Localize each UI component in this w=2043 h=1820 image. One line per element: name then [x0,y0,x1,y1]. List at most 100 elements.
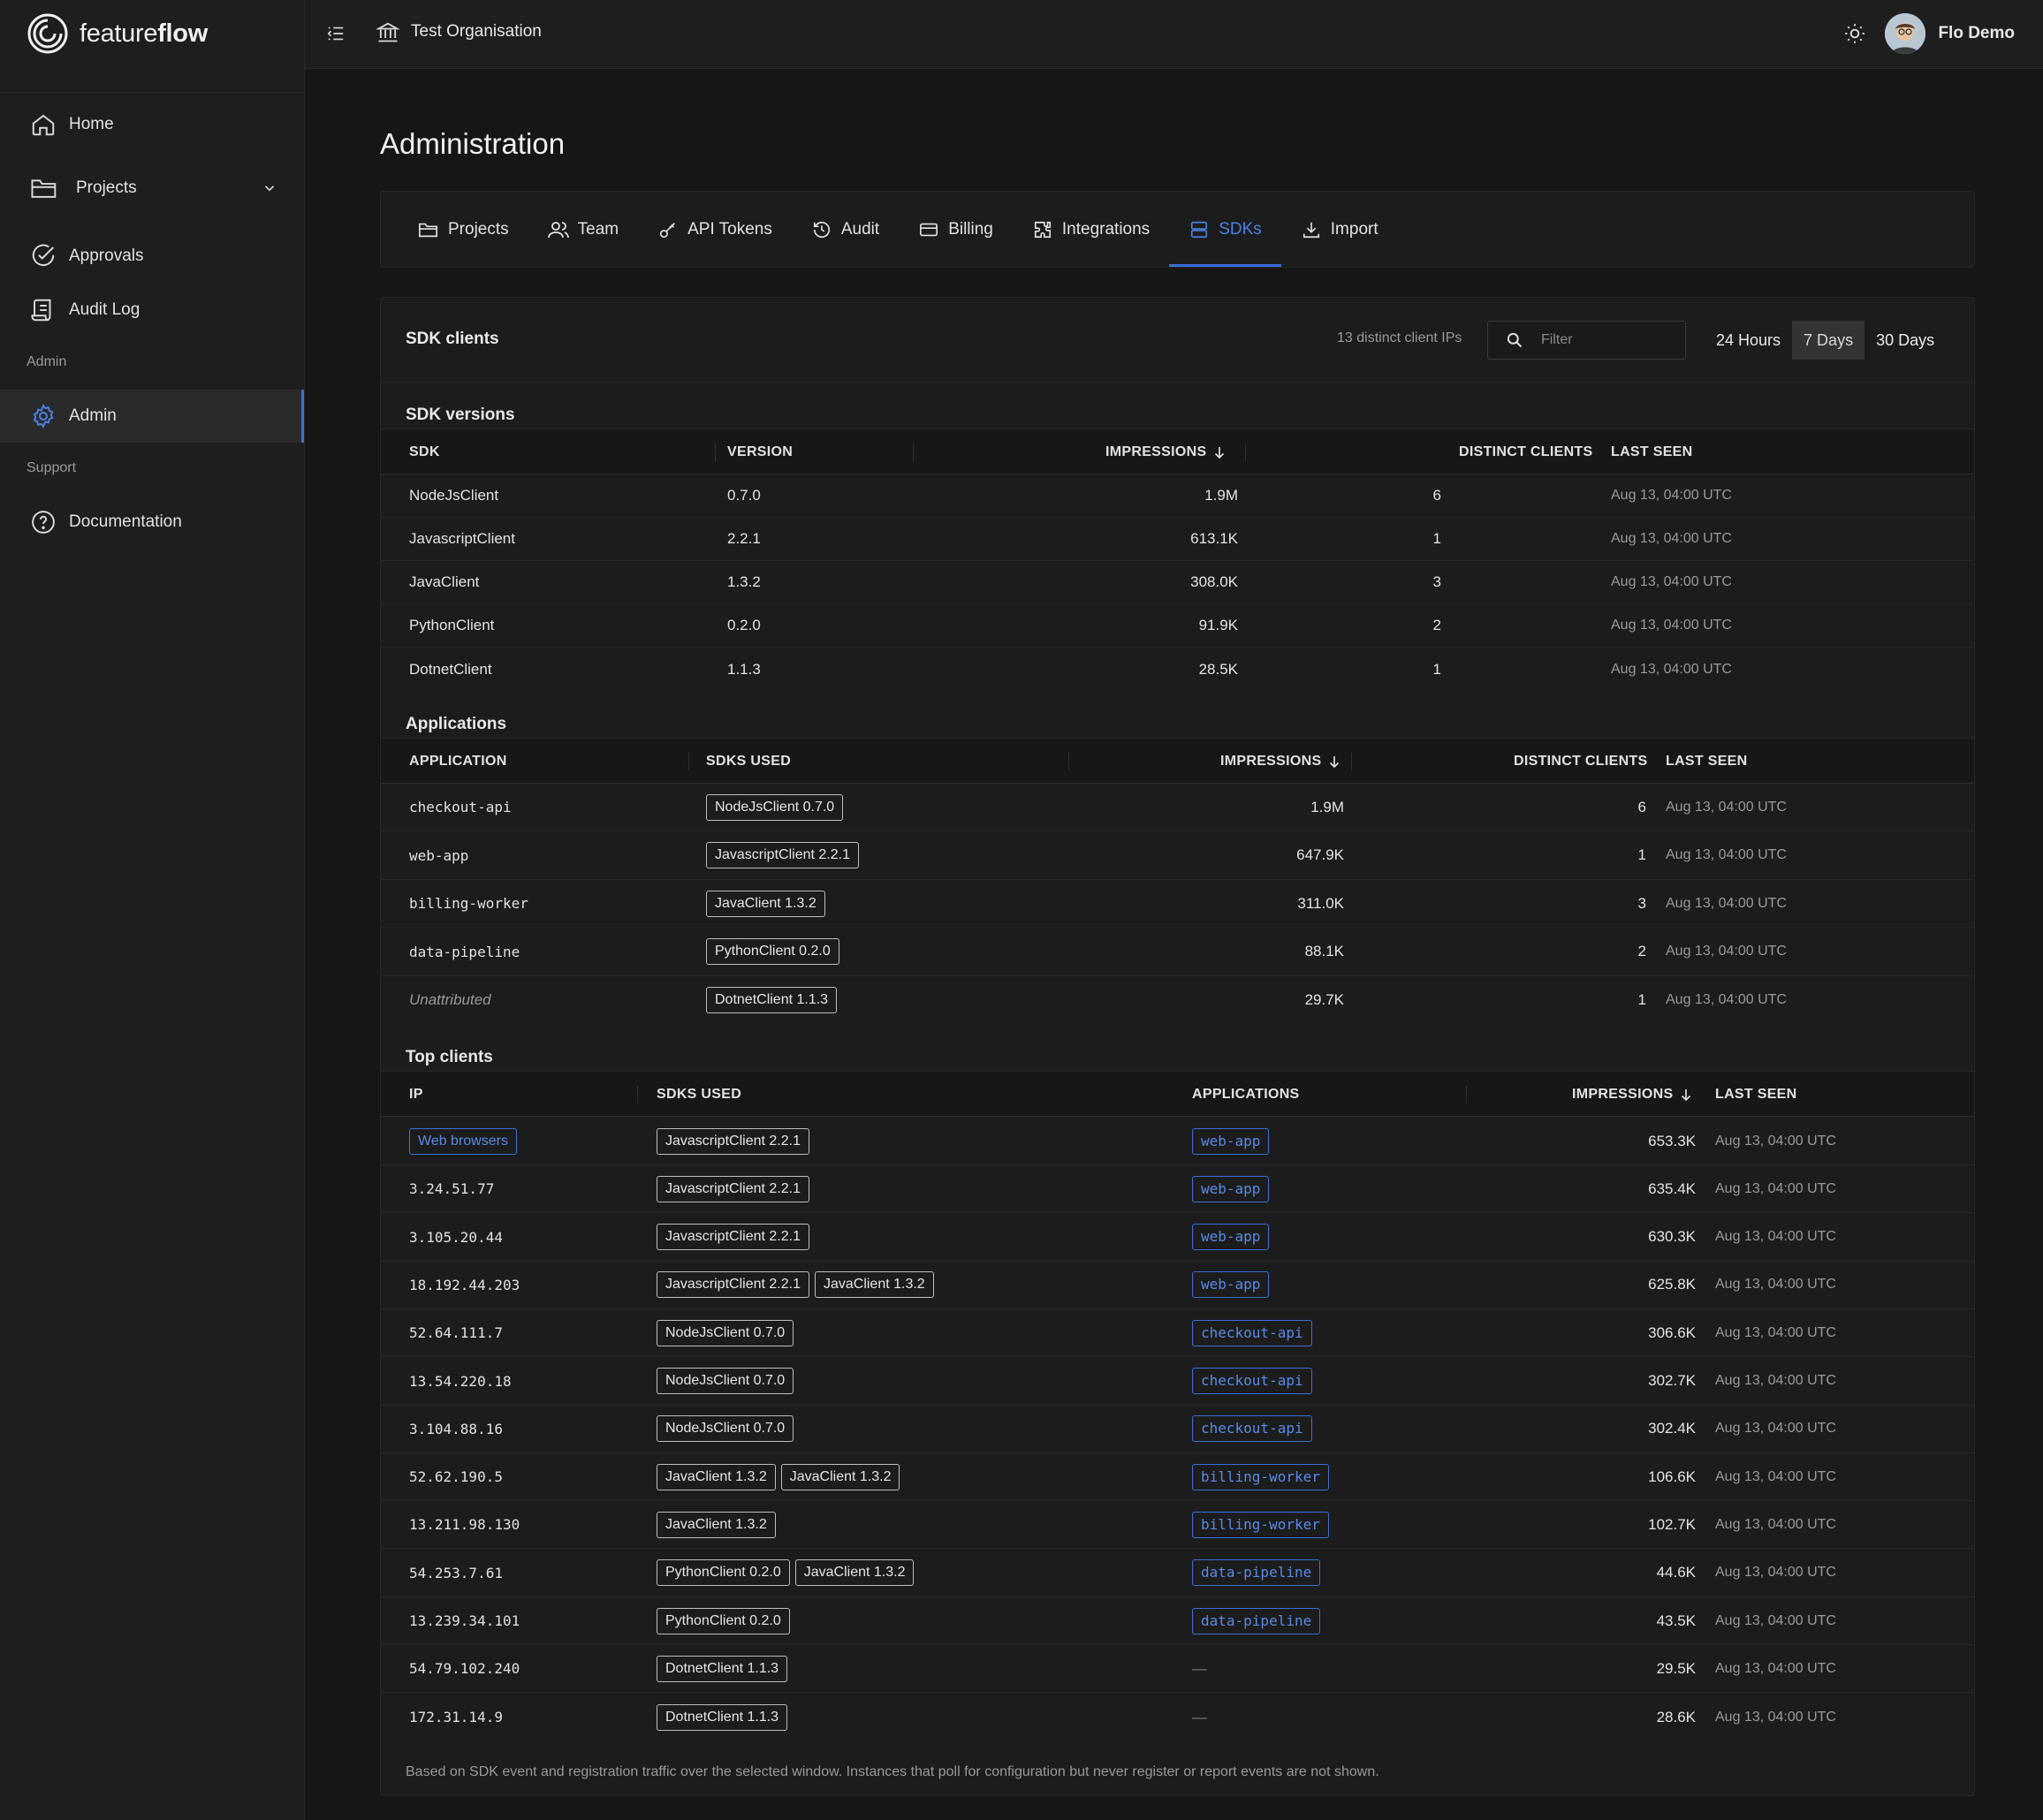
sdk-chip[interactable]: JavaClient 1.3.2 [657,1511,776,1538]
application-link[interactable]: billing-worker [1192,1463,1329,1490]
application-link[interactable]: data-pipeline [1192,1607,1321,1634]
sdk-chip[interactable]: NodeJsClient 0.7.0 [657,1319,794,1346]
sdk-chip[interactable]: JavaClient 1.3.2 [814,1271,934,1299]
sidebar-item-approvals[interactable]: Approvals [0,230,304,283]
application-link[interactable]: data-pipeline [1192,1559,1321,1587]
ip-address: 3.105.20.44 [409,1228,503,1246]
sidebar-item-projects[interactable]: Projects [0,162,304,215]
filter-field[interactable] [1487,321,1686,360]
tab-team[interactable]: Team [528,192,638,267]
table-row[interactable]: 3.104.88.16 NodeJsClient 0.7.0 checkout-ap… [381,1406,1974,1453]
table-row[interactable]: 52.64.111.7 NodeJsClient 0.7.0 checkout-ap… [381,1309,1974,1358]
sdk-chip[interactable]: JavascriptClient 2.2.1 [657,1271,809,1299]
user-menu[interactable]: Flo Demo [1885,13,2015,54]
table-row[interactable]: Web browsers JavascriptClient 2.2.1 web-ap… [381,1118,1974,1165]
logo[interactable]: featureflow [27,12,208,55]
sdk-chip[interactable]: JavascriptClient 2.2.1 [657,1127,809,1155]
org-switcher[interactable]: Test Organisation [376,19,542,44]
filter-input[interactable] [1541,332,1665,348]
sidebar-item-admin[interactable]: Admin [0,390,304,443]
table-row[interactable]: checkout-api NodeJsClient 0.7.0 1.9M 6 Aug 1… [381,784,1974,831]
table-row[interactable]: JavascriptClient 2.2.1 613.1K 1 Aug 13, 04:0… [381,518,1974,561]
col-last-seen[interactable]: LAST SEEN [1611,429,1693,475]
table-row[interactable]: 13.211.98.130 JavaClient 1.3.2 billing-wor… [381,1501,1974,1550]
table-row[interactable]: 54.253.7.61 PythonClient 0.2.0 JavaClient … [381,1550,1974,1597]
menu-collapse-icon[interactable] [326,24,346,43]
table-row[interactable]: PythonClient 0.2.0 91.9K 2 Aug 13, 04:00 UTC [381,604,1974,648]
sdk-chip[interactable]: JavaClient 1.3.2 [706,890,825,917]
tab-sdks[interactable]: SDKs [1169,192,1281,267]
table-row[interactable]: web-app JavascriptClient 2.2.1 647.9K 1 Aug … [381,832,1974,880]
sun-icon[interactable] [1843,22,1866,45]
sdk-chip[interactable]: JavaClient 1.3.2 [657,1463,776,1490]
sdk-chip[interactable]: DotnetClient 1.1.3 [657,1703,788,1731]
col-application[interactable]: APPLICATION [409,739,507,785]
sidebar-item-home[interactable]: Home [0,98,304,151]
sidebar-item-audit-log[interactable]: Audit Log [0,284,304,337]
sdk-chip[interactable]: NodeJsClient 0.7.0 [657,1368,794,1394]
ip-badge[interactable]: Web browsers [409,1127,517,1155]
table-row[interactable]: Unattributed DotnetClient 1.1.3 29.7K 1 Aug … [381,976,1974,1024]
col-distinct-clients[interactable]: DISTINCT CLIENTS [1459,429,1592,475]
sdk-chip[interactable]: DotnetClient 1.1.3 [657,1655,788,1682]
application-link[interactable]: checkout-api [1192,1319,1312,1346]
tab-integrations[interactable]: Integrations [1013,192,1169,267]
application-link[interactable]: web-app [1192,1224,1270,1251]
application-link[interactable]: checkout-api [1192,1415,1312,1443]
sdk-chip[interactable]: NodeJsClient 0.7.0 [706,793,844,821]
application-link[interactable]: web-app [1192,1271,1270,1299]
application-link[interactable]: billing-worker [1192,1511,1329,1538]
last-seen-value: Aug 13, 04:00 UTC [1715,1373,1836,1388]
table-row[interactable]: 13.54.220.18 NodeJsClient 0.7.0 checkout-a… [381,1358,1974,1406]
sidebar-item-documentation[interactable]: Documentation [0,496,304,549]
range-30-days-button[interactable]: 30 Days [1865,321,1946,360]
application-link[interactable]: checkout-api [1192,1368,1312,1394]
tab-import[interactable]: Import [1281,192,1398,267]
sdk-chip[interactable]: PythonClient 0.2.0 [706,938,839,965]
tab-audit[interactable]: Audit [792,192,899,267]
col-sdks-used[interactable]: SDKS USED [706,739,791,785]
tab-billing[interactable]: Billing [899,192,1013,267]
application-link[interactable]: web-app [1192,1175,1270,1202]
table-row[interactable]: DotnetClient 1.1.3 28.5K 1 Aug 13, 04:00 UTC [381,648,1974,691]
table-row[interactable]: 172.31.14.9 DotnetClient 1.1.3 — 28.6K Aug 1… [381,1694,1974,1741]
application-name: checkout-api [409,799,512,815]
col-sdks-used[interactable]: SDKS USED [657,1072,741,1118]
table-row[interactable]: 3.105.20.44 JavascriptClient 2.2.1 web-app… [381,1214,1974,1262]
application-link[interactable]: web-app [1192,1127,1270,1155]
col-impressions[interactable]: IMPRESSIONS [1105,429,1227,475]
col-distinct-clients[interactable]: DISTINCT CLIENTS [1514,739,1647,785]
sdk-version: 0.2.0 [727,617,761,633]
col-sdk[interactable]: SDK [409,429,440,475]
table-row[interactable]: 18.192.44.203 JavascriptClient 2.2.1 JavaC… [381,1262,1974,1309]
tab-api-tokens[interactable]: API Tokens [638,192,792,267]
sdk-chip[interactable]: DotnetClient 1.1.3 [706,987,838,1013]
table-row[interactable]: billing-worker JavaClient 1.3.2 311.0K 3 Aug… [381,880,1974,928]
col-impressions[interactable]: IMPRESSIONS [1220,739,1342,785]
col-last-seen[interactable]: LAST SEEN [1715,1072,1797,1118]
chevron-down-icon[interactable] [262,180,277,196]
table-row[interactable]: NodeJsClient 0.7.0 1.9M 6 Aug 13, 04:00 UTC [381,474,1974,518]
range-24-hours-button[interactable]: 24 Hours [1705,321,1792,360]
table-row[interactable]: 13.239.34.101 PythonClient 0.2.0 data-pipe… [381,1597,1974,1645]
table-row[interactable]: data-pipeline PythonClient 0.2.0 88.1K 2 Aug… [381,929,1974,976]
col-version[interactable]: VERSION [727,429,793,475]
sdk-chip[interactable]: JavascriptClient 2.2.1 [706,842,859,868]
table-row[interactable]: JavaClient 1.3.2 308.0K 3 Aug 13, 04:00 UTC [381,561,1974,604]
col-applications[interactable]: APPLICATIONS [1192,1072,1300,1118]
col-last-seen[interactable]: LAST SEEN [1666,739,1748,785]
table-row[interactable]: 3.24.51.77 JavascriptClient 2.2.1 web-app 6… [381,1165,1974,1214]
sdk-chip[interactable]: PythonClient 0.2.0 [657,1559,790,1587]
table-row[interactable]: 54.79.102.240 DotnetClient 1.1.3 — 29.5K Aug… [381,1645,1974,1694]
sdk-chip[interactable]: JavaClient 1.3.2 [780,1463,900,1490]
range-7-days-button[interactable]: 7 Days [1792,321,1865,360]
sdk-chip[interactable]: JavaClient 1.3.2 [794,1559,915,1587]
sdk-chip[interactable]: JavascriptClient 2.2.1 [657,1175,809,1202]
sdk-chip[interactable]: NodeJsClient 0.7.0 [657,1415,794,1443]
sdk-chip[interactable]: PythonClient 0.2.0 [657,1607,790,1634]
col-impressions[interactable]: IMPRESSIONS [1572,1072,1694,1118]
col-ip[interactable]: IP [409,1072,423,1118]
table-row[interactable]: 52.62.190.5 JavaClient 1.3.2 JavaClient 1.… [381,1453,1974,1502]
tab-projects[interactable]: Projects [399,192,528,267]
sdk-chip[interactable]: JavascriptClient 2.2.1 [657,1224,809,1251]
